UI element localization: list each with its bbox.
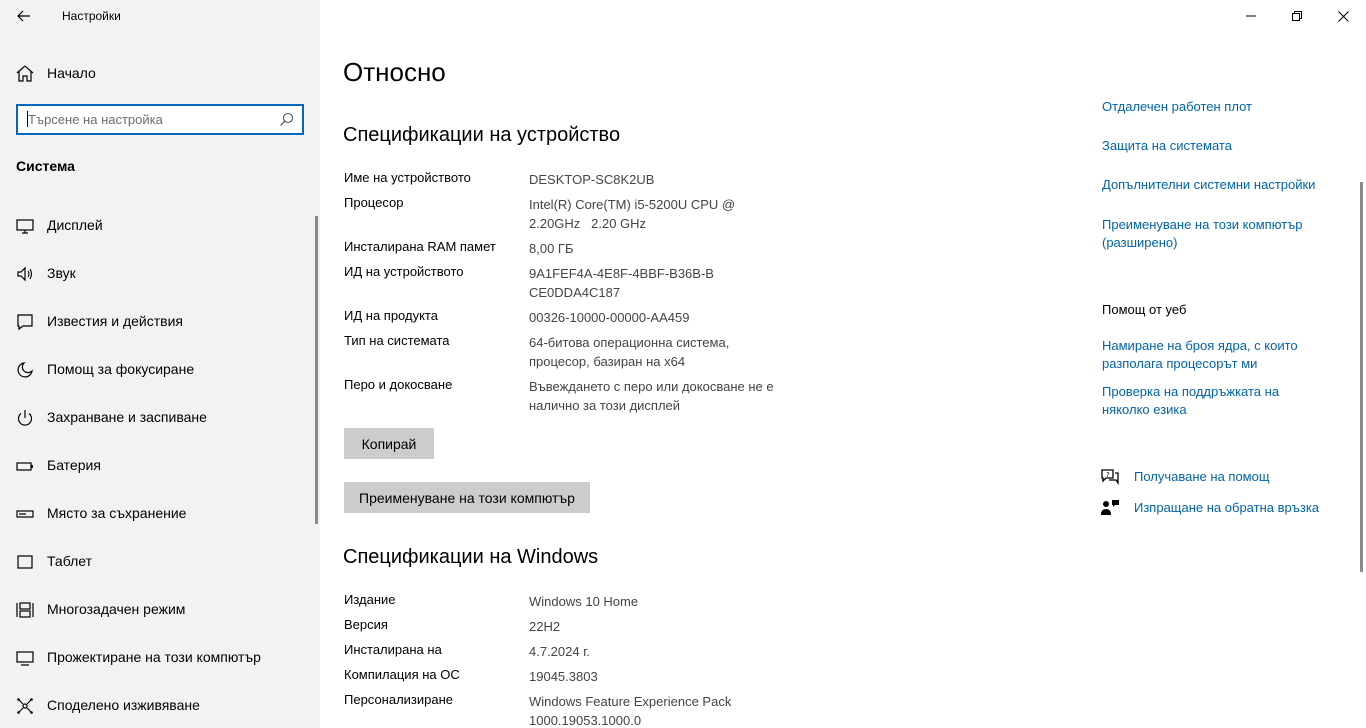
feedback-icon bbox=[1101, 500, 1119, 515]
link-check-language-support[interactable]: Проверка на поддръжката на няколко езика bbox=[1102, 383, 1327, 419]
notification-icon bbox=[17, 314, 33, 331]
main-scrollbar[interactable] bbox=[1360, 182, 1363, 572]
spec-key: Версия bbox=[344, 617, 388, 632]
spec-key: ИД на продукта bbox=[344, 308, 438, 323]
feedback-link[interactable]: Изпращане на обратна връзка bbox=[1100, 498, 1360, 518]
restore-icon bbox=[1292, 11, 1302, 21]
minimize-icon bbox=[1246, 15, 1256, 17]
spec-value: Intel(R) Core(TM) i5-5200U CPU @ 2.20GHz… bbox=[529, 197, 739, 231]
sidebar-home-label: Начало bbox=[47, 65, 96, 81]
sidebar-item-focus-assist[interactable]: Помощ за фокусиране bbox=[0, 349, 316, 389]
app-title: Настройки bbox=[62, 9, 121, 23]
sidebar-item-projecting[interactable]: Прожектиране на този компютър bbox=[0, 637, 316, 677]
search-icon[interactable] bbox=[279, 112, 294, 127]
spec-key: Инсталирана RAM памет bbox=[344, 239, 496, 254]
sidebar-item-label: Прожектиране на този компютър bbox=[47, 649, 261, 665]
minimize-button[interactable] bbox=[1228, 0, 1274, 32]
link-system-protection[interactable]: Защита на системата bbox=[1102, 137, 1352, 155]
link-rename-pc-advanced[interactable]: Преименуване на този компютър (разширено… bbox=[1102, 216, 1342, 252]
link-remote-desktop[interactable]: Отдалечен работен плот bbox=[1102, 98, 1352, 116]
sidebar-item-notifications[interactable]: Известия и действия bbox=[0, 301, 316, 341]
copy-button[interactable]: Копирай bbox=[344, 428, 434, 459]
help-chat-icon: ? bbox=[1101, 469, 1119, 486]
back-arrow-icon bbox=[17, 10, 30, 22]
sidebar-item-power[interactable]: Захранване и заспиване bbox=[0, 397, 316, 437]
search-input[interactable] bbox=[18, 106, 274, 133]
get-help-link[interactable]: ? Получаване на помощ bbox=[1100, 467, 1360, 487]
sidebar: Настройки Начало Система Дисплей Звук Из… bbox=[0, 0, 320, 728]
sidebar-section-title: Система bbox=[16, 158, 75, 174]
spec-key: Компилация на ОС bbox=[344, 667, 460, 682]
sidebar-home[interactable]: Начало bbox=[0, 56, 320, 90]
spec-value: Windows 10 Home bbox=[529, 594, 639, 609]
spec-key: Процесор bbox=[344, 195, 404, 210]
spec-value: 64-битова операционна система, процесор,… bbox=[529, 335, 730, 369]
search-box[interactable] bbox=[16, 104, 304, 135]
sidebar-item-battery[interactable]: Батерия bbox=[0, 445, 316, 485]
restore-button[interactable] bbox=[1274, 0, 1320, 32]
device-specs-title: Спецификации на устройство bbox=[343, 124, 621, 146]
sidebar-item-label: Многозадачен режим bbox=[47, 601, 186, 617]
main-content: Относно Спецификации на устройство Име н… bbox=[320, 0, 1366, 728]
multitask-icon bbox=[16, 602, 34, 618]
text-caret bbox=[27, 111, 28, 127]
spec-key: Персонализиране bbox=[344, 692, 454, 707]
web-help-title: Помощ от уеб bbox=[1102, 302, 1187, 317]
sidebar-item-label: Помощ за фокусиране bbox=[47, 361, 195, 377]
sidebar-item-shared-experience[interactable]: Споделено изживяване bbox=[0, 685, 316, 725]
sidebar-item-label: Звук bbox=[47, 265, 76, 281]
close-button[interactable] bbox=[1320, 0, 1366, 32]
get-help-label: Получаване на помощ bbox=[1134, 469, 1270, 484]
storage-icon bbox=[16, 510, 34, 518]
spec-value: 9A1FEF4A-4E8F-4BBF-B36B-BCE0DDA4C187 bbox=[529, 266, 714, 300]
battery-icon bbox=[16, 462, 33, 471]
spec-key: ИД на устройството bbox=[344, 264, 464, 279]
home-icon bbox=[16, 65, 34, 82]
sidebar-item-label: Място за съхранение bbox=[47, 505, 187, 521]
page-title: Относно bbox=[343, 57, 446, 87]
spec-value: 4.7.2024 г. bbox=[529, 644, 590, 659]
spec-key: Издание bbox=[344, 592, 396, 607]
power-icon bbox=[17, 410, 33, 426]
sidebar-item-label: Захранване и заспиване bbox=[47, 409, 207, 425]
windows-specs-title: Спецификации на Windows bbox=[343, 546, 599, 568]
spec-key: Инсталирана на bbox=[344, 642, 442, 657]
sidebar-item-label: Споделено изживяване bbox=[47, 697, 200, 713]
sidebar-item-label: Дисплей bbox=[47, 217, 103, 233]
spec-key: Тип на системата bbox=[344, 333, 450, 348]
spec-value: DESKTOP-SC8K2UB bbox=[529, 172, 655, 187]
sidebar-item-label: Таблет bbox=[47, 553, 93, 569]
link-find-cores[interactable]: Намиране на броя ядра, с които разполага… bbox=[1102, 337, 1327, 373]
sidebar-item-label: Известия и действия bbox=[47, 313, 183, 329]
sidebar-item-storage[interactable]: Място за съхранение bbox=[0, 493, 316, 533]
project-icon bbox=[16, 651, 34, 666]
sidebar-item-label: Батерия bbox=[47, 457, 101, 473]
sidebar-item-tablet[interactable]: Таблет bbox=[0, 541, 316, 581]
shared-icon bbox=[17, 698, 33, 714]
back-button[interactable] bbox=[10, 4, 38, 28]
speaker-icon bbox=[17, 266, 33, 282]
spec-value: Въвеждането с перо или докосване не е на… bbox=[529, 379, 774, 413]
spec-value: 8,00 ГБ bbox=[529, 241, 574, 256]
tablet-icon bbox=[17, 555, 33, 569]
spec-value: 00326-10000-00000-AA459 bbox=[529, 310, 690, 325]
sidebar-item-multitasking[interactable]: Многозадачен режим bbox=[0, 589, 316, 629]
spec-key: Перо и докосване bbox=[344, 377, 453, 392]
spec-value: 19045.3803 bbox=[529, 669, 598, 684]
spec-value: 22H2 bbox=[529, 619, 561, 634]
moon-icon bbox=[17, 362, 33, 378]
close-icon bbox=[1337, 10, 1349, 22]
feedback-label: Изпращане на обратна връзка bbox=[1134, 500, 1320, 515]
sidebar-item-display[interactable]: Дисплей bbox=[0, 205, 316, 245]
link-advanced-system-settings[interactable]: Допълнителни системни настройки bbox=[1102, 176, 1352, 194]
svg-text:?: ? bbox=[1106, 471, 1110, 479]
rename-pc-button[interactable]: Преименуване на този компютър bbox=[344, 482, 590, 513]
display-icon bbox=[16, 219, 34, 234]
spec-value: Windows Feature Experience Pack 1000.190… bbox=[529, 694, 732, 728]
sidebar-scrollbar[interactable] bbox=[315, 216, 318, 524]
spec-key: Име на устройството bbox=[344, 170, 471, 185]
sidebar-item-sound[interactable]: Звук bbox=[0, 253, 316, 293]
